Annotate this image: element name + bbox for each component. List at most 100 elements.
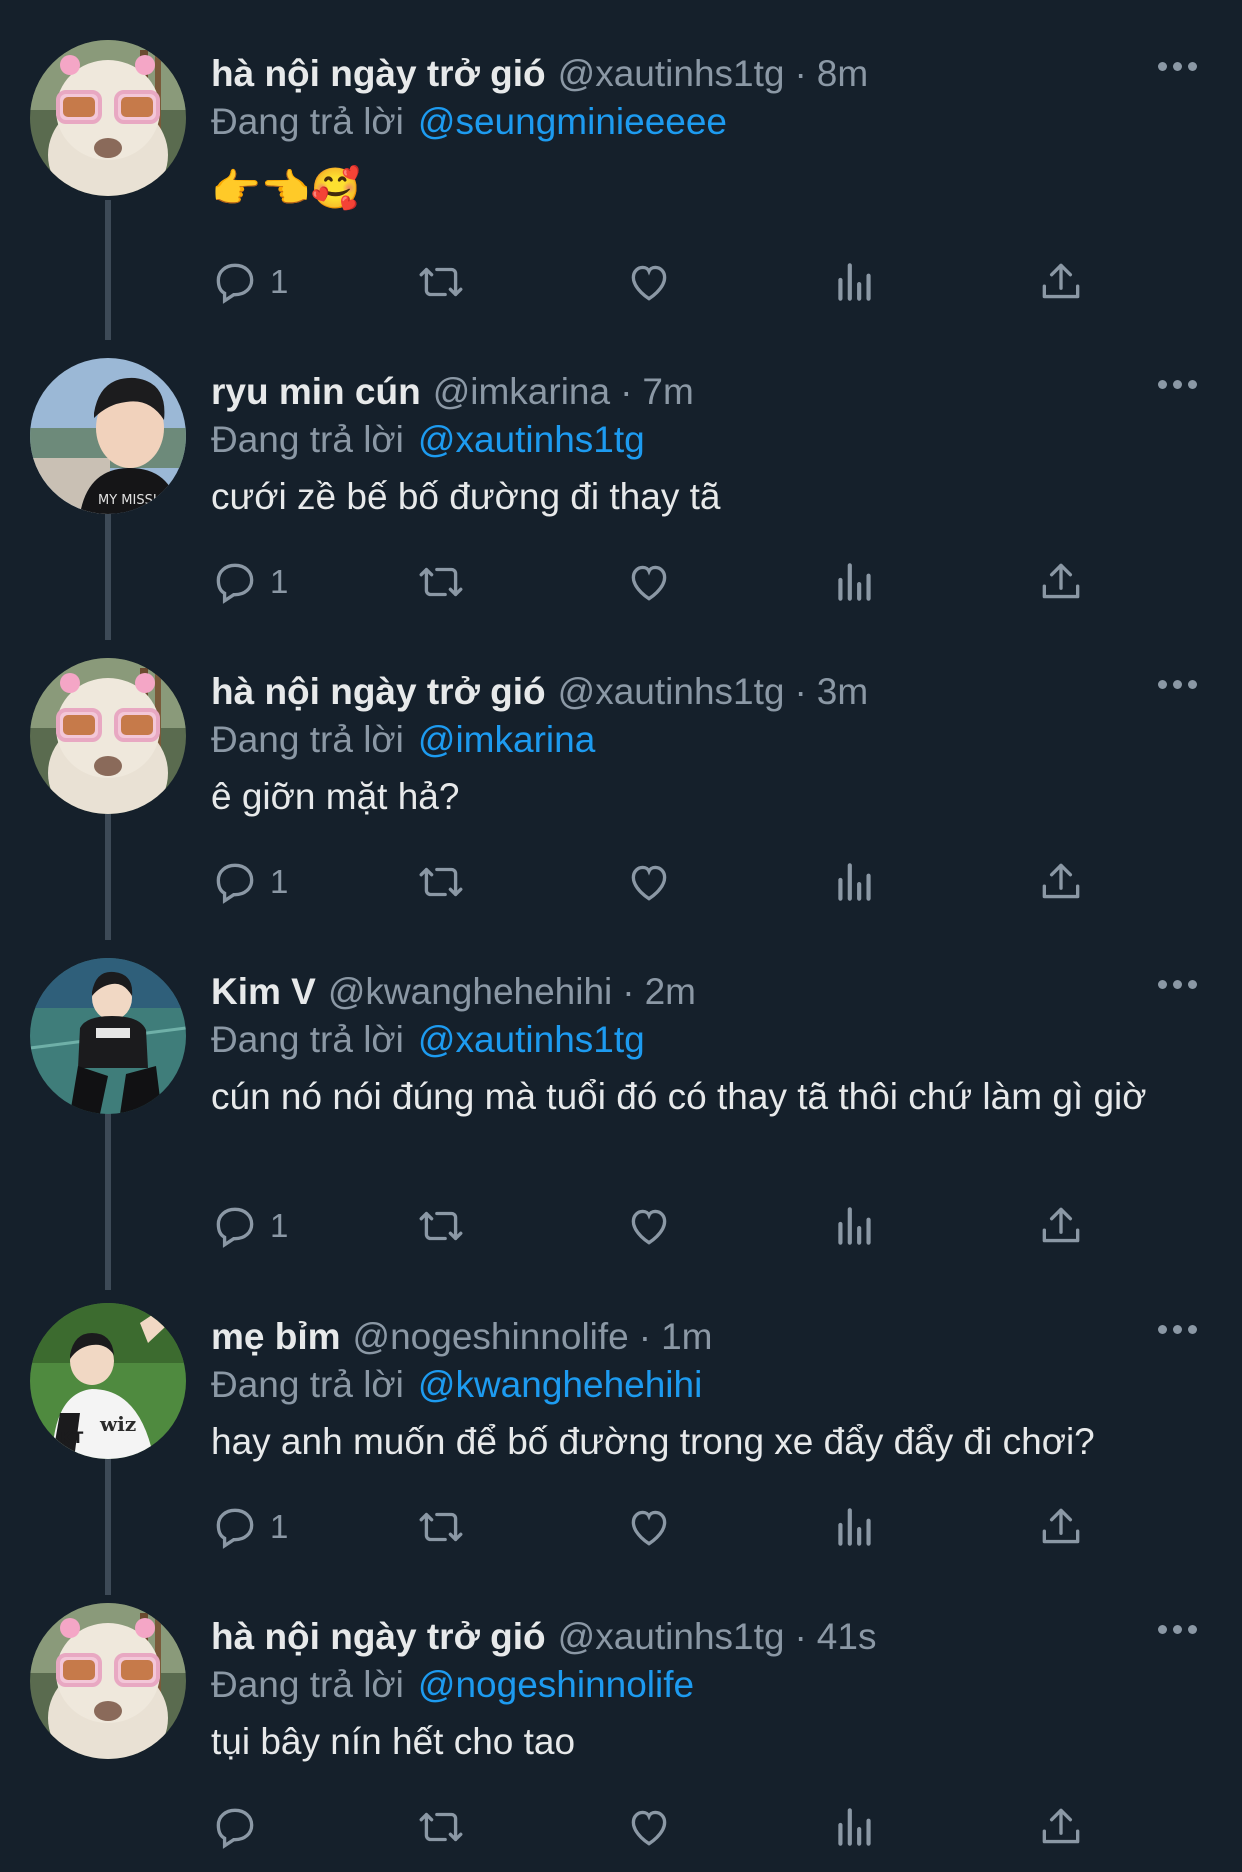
timestamp[interactable]: 3m — [817, 671, 868, 713]
tweet-text: cưới zề bế bố đường đi thay tã — [211, 476, 721, 517]
tweet-text: hay anh muốn để bố đường trong xe đẩy đẩ… — [211, 1421, 1095, 1462]
retweet-button[interactable] — [416, 1196, 466, 1256]
replying-to-handle[interactable]: @imkarina — [418, 719, 595, 761]
avatar[interactable] — [30, 1603, 186, 1759]
views-button[interactable] — [830, 552, 880, 612]
tweet-header: hà nội ngày trở gió @xautinhs1tg · 3m — [211, 666, 868, 718]
like-icon — [631, 1209, 667, 1245]
replying-to-handle[interactable]: @seungminieeeee — [418, 101, 727, 143]
timestamp[interactable]: 8m — [817, 53, 868, 95]
timestamp[interactable]: 41s — [817, 1616, 877, 1658]
retweet-button[interactable] — [416, 1497, 466, 1557]
like-button[interactable] — [624, 852, 674, 912]
share-button[interactable] — [1036, 1196, 1086, 1256]
replying-to: Đang trả lời @xautinhs1tg — [211, 1014, 645, 1066]
retweet-icon — [419, 567, 463, 597]
user-handle[interactable]: @imkarina — [433, 371, 610, 413]
replying-to: Đang trả lời @nogeshinnolife — [211, 1659, 694, 1711]
replying-to-handle[interactable]: @xautinhs1tg — [418, 419, 645, 461]
timestamp[interactable]: 2m — [645, 971, 696, 1013]
share-button[interactable] — [1036, 1497, 1086, 1557]
separator-dot: · — [638, 1316, 652, 1357]
separator-dot: · — [794, 1616, 807, 1657]
retweet-icon — [419, 1812, 463, 1842]
avatar[interactable] — [30, 40, 186, 196]
display-name[interactable]: ryu min cún — [211, 371, 421, 413]
retweet-button[interactable] — [416, 1797, 466, 1857]
display-name[interactable]: hà nội ngày trở gió — [211, 671, 546, 713]
reply-icon — [216, 1808, 254, 1849]
share-icon — [1042, 863, 1080, 899]
replying-to: Đang trả lời @kwanghehehihi — [211, 1359, 702, 1411]
views-button[interactable] — [830, 252, 880, 312]
timestamp[interactable]: 7m — [642, 371, 693, 413]
user-handle[interactable]: @xautinhs1tg — [558, 53, 785, 95]
retweet-button[interactable] — [416, 552, 466, 612]
reply-count: 1 — [270, 563, 289, 600]
display-name[interactable]: Kim V — [211, 971, 316, 1013]
retweet-button[interactable] — [416, 252, 466, 312]
reply-button[interactable]: 1 — [210, 552, 288, 612]
reply-button[interactable]: 1 — [210, 1196, 288, 1256]
user-handle[interactable]: @xautinhs1tg — [558, 1616, 785, 1658]
more-icon[interactable] — [1158, 1325, 1197, 1334]
avatar[interactable] — [30, 958, 186, 1114]
views-button[interactable] — [830, 1797, 880, 1857]
replying-to-label: Đang trả lời — [211, 719, 404, 760]
tweet-header: hà nội ngày trở gió @xautinhs1tg · 41s — [211, 1611, 876, 1663]
display-name[interactable]: hà nội ngày trở gió — [211, 1616, 546, 1658]
reply-button[interactable] — [210, 1797, 270, 1857]
user-handle[interactable]: @kwanghehehihi — [328, 971, 612, 1013]
views-button[interactable] — [830, 852, 880, 912]
like-button[interactable] — [624, 1196, 674, 1256]
views-icon — [838, 1808, 871, 1846]
display-name[interactable]: hà nội ngày trở gió — [211, 53, 546, 95]
share-icon — [1042, 1207, 1080, 1243]
like-icon — [631, 1510, 667, 1546]
share-button[interactable] — [1036, 252, 1086, 312]
more-icon[interactable] — [1158, 62, 1197, 71]
views-button[interactable] — [830, 1497, 880, 1557]
replying-to: Đang trả lời @xautinhs1tg — [211, 414, 645, 466]
replying-to-handle[interactable]: @nogeshinnolife — [418, 1664, 694, 1706]
reply-button[interactable]: 1 — [210, 852, 288, 912]
share-button[interactable] — [1036, 1797, 1086, 1857]
share-icon — [1042, 263, 1080, 299]
more-icon[interactable] — [1158, 680, 1197, 689]
action-bar: 1 — [0, 1497, 1242, 1557]
reply-count: 1 — [270, 1207, 289, 1244]
reply-thread: hà nội ngày trở gió @xautinhs1tg · 8m Đa… — [0, 0, 1242, 1872]
reply-icon — [216, 1508, 254, 1549]
like-button[interactable] — [624, 552, 674, 612]
more-icon[interactable] — [1158, 1625, 1197, 1634]
share-button[interactable] — [1036, 552, 1086, 612]
avatar[interactable] — [30, 658, 186, 814]
replying-to-handle[interactable]: @kwanghehehihi — [418, 1364, 702, 1406]
display-name[interactable]: mẹ bỉm — [211, 1316, 341, 1358]
tweet-header: Kim V @kwanghehehihi · 2m — [211, 966, 696, 1018]
timestamp[interactable]: 1m — [661, 1316, 712, 1358]
action-bar: 1 — [0, 552, 1242, 612]
like-icon — [631, 1810, 667, 1846]
replying-to-handle[interactable]: @xautinhs1tg — [418, 1019, 645, 1061]
share-button[interactable] — [1036, 852, 1086, 912]
reply-icon — [216, 563, 254, 604]
thread-line — [105, 1100, 111, 1290]
more-icon[interactable] — [1158, 980, 1197, 989]
reply-icon — [216, 863, 254, 904]
reply-button[interactable]: 1 — [210, 1497, 288, 1557]
user-handle[interactable]: @nogeshinnolife — [353, 1316, 629, 1358]
retweet-button[interactable] — [416, 852, 466, 912]
reply-button[interactable]: 1 — [210, 252, 288, 312]
like-icon — [631, 265, 667, 301]
like-button[interactable] — [624, 1797, 674, 1857]
user-handle[interactable]: @xautinhs1tg — [558, 671, 785, 713]
avatar[interactable]: KT wiz — [30, 1303, 186, 1459]
like-button[interactable] — [624, 252, 674, 312]
views-button[interactable] — [830, 1196, 880, 1256]
like-button[interactable] — [624, 1497, 674, 1557]
more-icon[interactable] — [1158, 380, 1197, 389]
tweet-header: mẹ bỉm @nogeshinnolife · 1m — [211, 1311, 712, 1363]
reply-count: 1 — [270, 1508, 289, 1545]
avatar[interactable]: MY MISSION — [30, 358, 186, 514]
